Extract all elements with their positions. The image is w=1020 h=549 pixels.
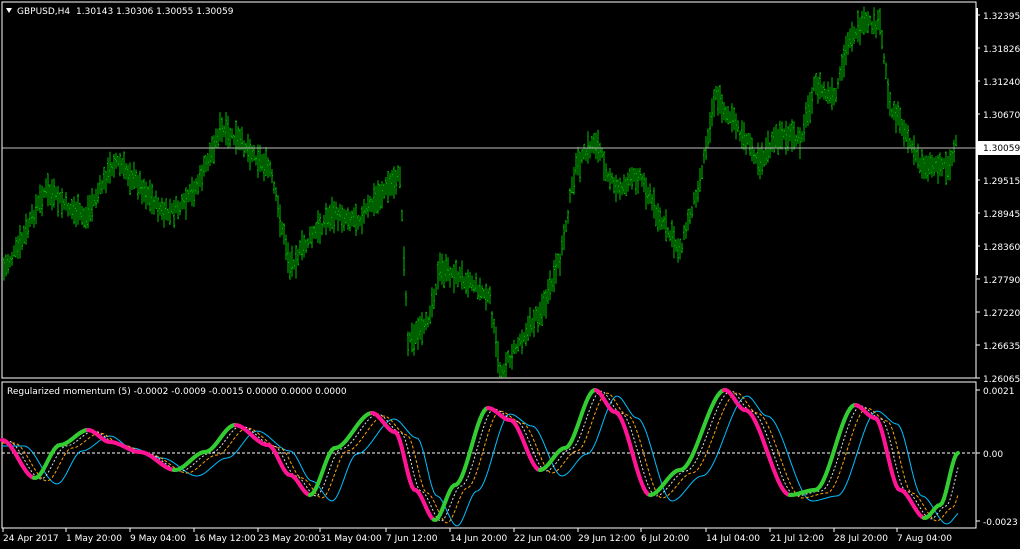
price-tick-label: 1.27790 <box>983 276 1020 286</box>
time-axis[interactable]: 24 Apr 2017 1 May 20:00 9 May 04:00 16 May … <box>2 528 952 544</box>
price-tick-label: 1.26065 <box>983 375 1020 385</box>
indicator-label: Regularized momentum (5) -0.0002 -0.0009… <box>7 387 347 397</box>
price-tick-label: 1.31240 <box>983 78 1020 88</box>
time-tick-label: 14 Jun 20:00 <box>450 534 507 544</box>
momentum-lines <box>0 388 960 527</box>
price-axis[interactable]: 1.32395 1.31826 1.31240 1.30670 1.29515 1.289… <box>976 12 1020 385</box>
price-tick-label: 1.31826 <box>983 45 1020 55</box>
indicator-tick-label: 0.00 <box>983 450 1003 460</box>
price-panel[interactable]: GBPUSD,H4 1.30143 1.30306 1.30055 1.3005… <box>1 1 977 379</box>
time-tick-label: 7 Aug 04:00 <box>897 534 952 544</box>
indicator-panel[interactable]: Regularized momentum (5) -0.0002 -0.0009… <box>0 381 977 529</box>
time-tick-label: 24 Apr 2017 <box>3 534 59 544</box>
chart-window[interactable]: GBPUSD,H4 1.30143 1.30306 1.30055 1.3005… <box>0 0 1020 549</box>
time-tick-label: 6 Jul 20:00 <box>641 534 690 544</box>
price-tick-label: 1.28360 <box>983 243 1020 253</box>
signal-line-0 <box>2 390 959 522</box>
price-tick-label: 1.28945 <box>983 210 1020 220</box>
price-tick-label: 1.27220 <box>983 309 1020 319</box>
indicator-tick-label: -0.0023 <box>983 518 1018 528</box>
time-tick-label: 16 May 12:00 <box>194 534 256 544</box>
symbol-menu-icon[interactable] <box>6 8 12 13</box>
symbol-label: GBPUSD,H4 <box>17 7 70 17</box>
signal-line-1 <box>2 392 959 524</box>
time-tick-label: 28 Jul 20:00 <box>834 534 888 544</box>
price-bars <box>3 6 957 378</box>
time-tick-label: 7 Jun 12:00 <box>386 534 438 544</box>
time-tick-label: 22 Jun 04:00 <box>514 534 571 544</box>
time-tick-label: 29 Jun 12:00 <box>578 534 635 544</box>
indicator-tick-label: 0.0021 <box>983 387 1015 397</box>
time-tick-label: 9 May 04:00 <box>130 534 186 544</box>
time-tick-label: 21 Jul 12:00 <box>770 534 824 544</box>
time-tick-label: 31 May 04:00 <box>320 534 382 544</box>
current-price-label: 1.30059 <box>983 144 1020 154</box>
price-tick-label: 1.30670 <box>983 111 1020 121</box>
momentum-segment <box>954 451 960 457</box>
price-tick-label: 1.32395 <box>983 12 1020 22</box>
time-tick-label: 14 Jul 04:00 <box>706 534 760 544</box>
price-tick-label: 1.29515 <box>983 177 1020 187</box>
ohlc-label: 1.30143 1.30306 1.30055 1.30059 <box>76 7 234 17</box>
indicator-axis[interactable]: 0.0021 0.00 -0.0023 <box>976 387 1018 528</box>
time-tick-label: 23 May 20:00 <box>258 534 320 544</box>
price-tick-label: 1.26635 <box>983 342 1020 352</box>
time-tick-label: 1 May 20:00 <box>66 534 122 544</box>
